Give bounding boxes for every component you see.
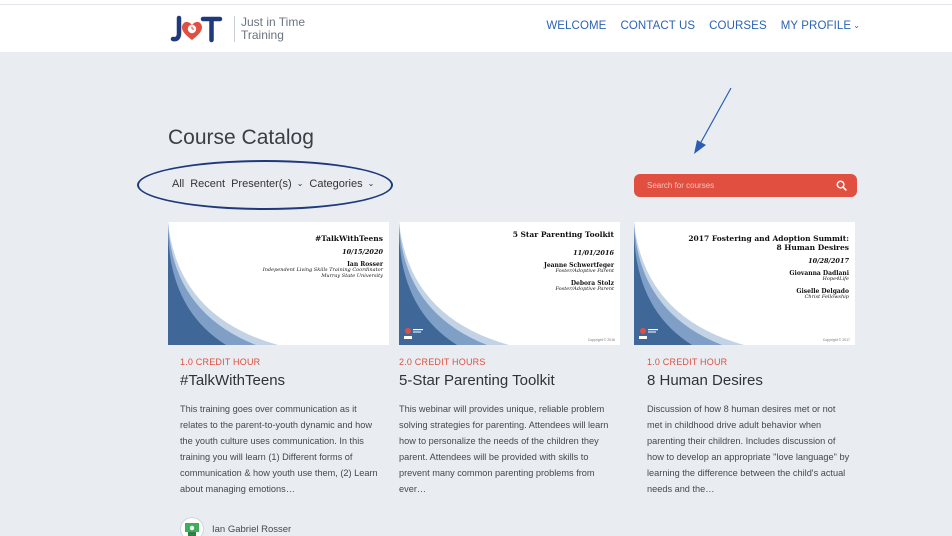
- course-card[interactable]: 2017 Fostering and Adoption Summit: 8 Hu…: [634, 222, 855, 497]
- nav-courses[interactable]: COURSES: [709, 20, 767, 32]
- organization-logo-icon: [404, 328, 423, 339]
- nav-my-profile-label: MY PROFILE: [780, 20, 852, 32]
- slide-role: Foster/Adoptive Parent: [555, 268, 614, 274]
- course-description: Discussion of how 8 human desires met or…: [647, 404, 850, 494]
- course-title[interactable]: 5-Star Parenting Toolkit: [399, 372, 620, 389]
- chevron-down-icon: ⌄: [367, 179, 375, 188]
- slide-date: 10/15/2020: [342, 248, 383, 256]
- filter-presenters-label: Presenter(s): [231, 178, 292, 190]
- credit-hours: 2.0 CREDIT HOURS: [399, 357, 486, 367]
- slide-date: 11/01/2016: [573, 249, 614, 257]
- course-title[interactable]: #TalkWithTeens: [180, 372, 389, 389]
- header-divider: [0, 4, 952, 5]
- filter-presenters[interactable]: Presenter(s) ⌄: [231, 178, 303, 190]
- slide-text: 5 Star Parenting Toolkit 11/01/2016 Jean…: [513, 230, 614, 292]
- course-thumbnail[interactable]: 5 Star Parenting Toolkit 11/01/2016 Jean…: [399, 222, 620, 345]
- filter-categories-label: Categories: [309, 178, 363, 190]
- chevron-down-icon: ⌄: [853, 21, 860, 30]
- slide-subtitle: 8 Human Desires: [776, 243, 849, 252]
- course-thumbnail[interactable]: 2017 Fostering and Adoption Summit: 8 Hu…: [634, 222, 855, 345]
- nav-welcome[interactable]: WELCOME: [546, 20, 606, 32]
- slide-affiliation: Murray State University: [321, 272, 383, 279]
- jit-logo-icon: [170, 15, 223, 43]
- brand-line-2: Training: [241, 28, 284, 42]
- credit-hours: 1.0 CREDIT HOUR: [647, 357, 728, 367]
- presenter-name[interactable]: Ian Gabriel Rosser: [212, 524, 291, 535]
- slide-title: #TalkWithTeens: [314, 234, 383, 243]
- slide-role: Hope4Life: [822, 276, 849, 282]
- filter-recent[interactable]: Recent: [190, 178, 225, 190]
- brand-logo[interactable]: Just in Time Training: [170, 14, 305, 44]
- annotation-arrow-icon: [694, 87, 732, 154]
- course-description: This training goes over communication as…: [180, 404, 378, 494]
- filter-categories[interactable]: Categories ⌄: [309, 178, 374, 190]
- slide-text: #TalkWithTeens 10/15/2020 Ian Rosser Ind…: [263, 234, 383, 279]
- slide-role: Foster/Adoptive Parent: [555, 285, 614, 292]
- course-search: [634, 174, 857, 197]
- chevron-down-icon: ⌄: [296, 179, 304, 188]
- course-title[interactable]: 8 Human Desires: [647, 372, 855, 389]
- presenter-board-icon: [185, 523, 199, 536]
- nav-my-profile[interactable]: MY PROFILE ⌄: [781, 20, 860, 32]
- slide-title: 2017 Fostering and Adoption Summit:: [688, 234, 849, 243]
- page-title: Course Catalog: [168, 126, 314, 149]
- slide-title: 5 Star Parenting Toolkit: [512, 230, 614, 239]
- slide-date: 10/28/2017: [808, 257, 849, 265]
- logo-divider: [234, 16, 235, 42]
- main-nav: WELCOME CONTACT US COURSES MY PROFILE ⌄: [546, 20, 860, 32]
- slide-role: Christ Fellowship: [804, 293, 849, 300]
- slide-copyright: Copyright © 2017: [822, 338, 850, 342]
- catalog-filters: All Recent Presenter(s) ⌄ Categories ⌄: [172, 178, 374, 190]
- credit-hours: 1.0 CREDIT HOUR: [180, 357, 261, 367]
- top-header: Just in Time Training WELCOME CONTACT US…: [0, 0, 952, 52]
- search-icon[interactable]: [836, 180, 847, 191]
- presenter-row[interactable]: Ian Gabriel Rosser: [180, 517, 291, 536]
- slide-text: 2017 Fostering and Adoption Summit: 8 Hu…: [688, 234, 849, 300]
- avatar: [180, 517, 204, 536]
- brand-name: Just in Time Training: [241, 16, 305, 42]
- filter-all[interactable]: All: [172, 178, 184, 190]
- course-card[interactable]: #TalkWithTeens 10/15/2020 Ian Rosser Ind…: [168, 222, 389, 497]
- course-description: This webinar will provides unique, relia…: [399, 404, 609, 494]
- search-input[interactable]: [634, 174, 824, 197]
- course-card[interactable]: 5 Star Parenting Toolkit 11/01/2016 Jean…: [399, 222, 620, 497]
- organization-logo-icon: [639, 328, 658, 339]
- nav-contact-us[interactable]: CONTACT US: [620, 20, 695, 32]
- course-thumbnail[interactable]: #TalkWithTeens 10/15/2020 Ian Rosser Ind…: [168, 222, 389, 345]
- slide-copyright: Copyright © 2016: [587, 338, 615, 342]
